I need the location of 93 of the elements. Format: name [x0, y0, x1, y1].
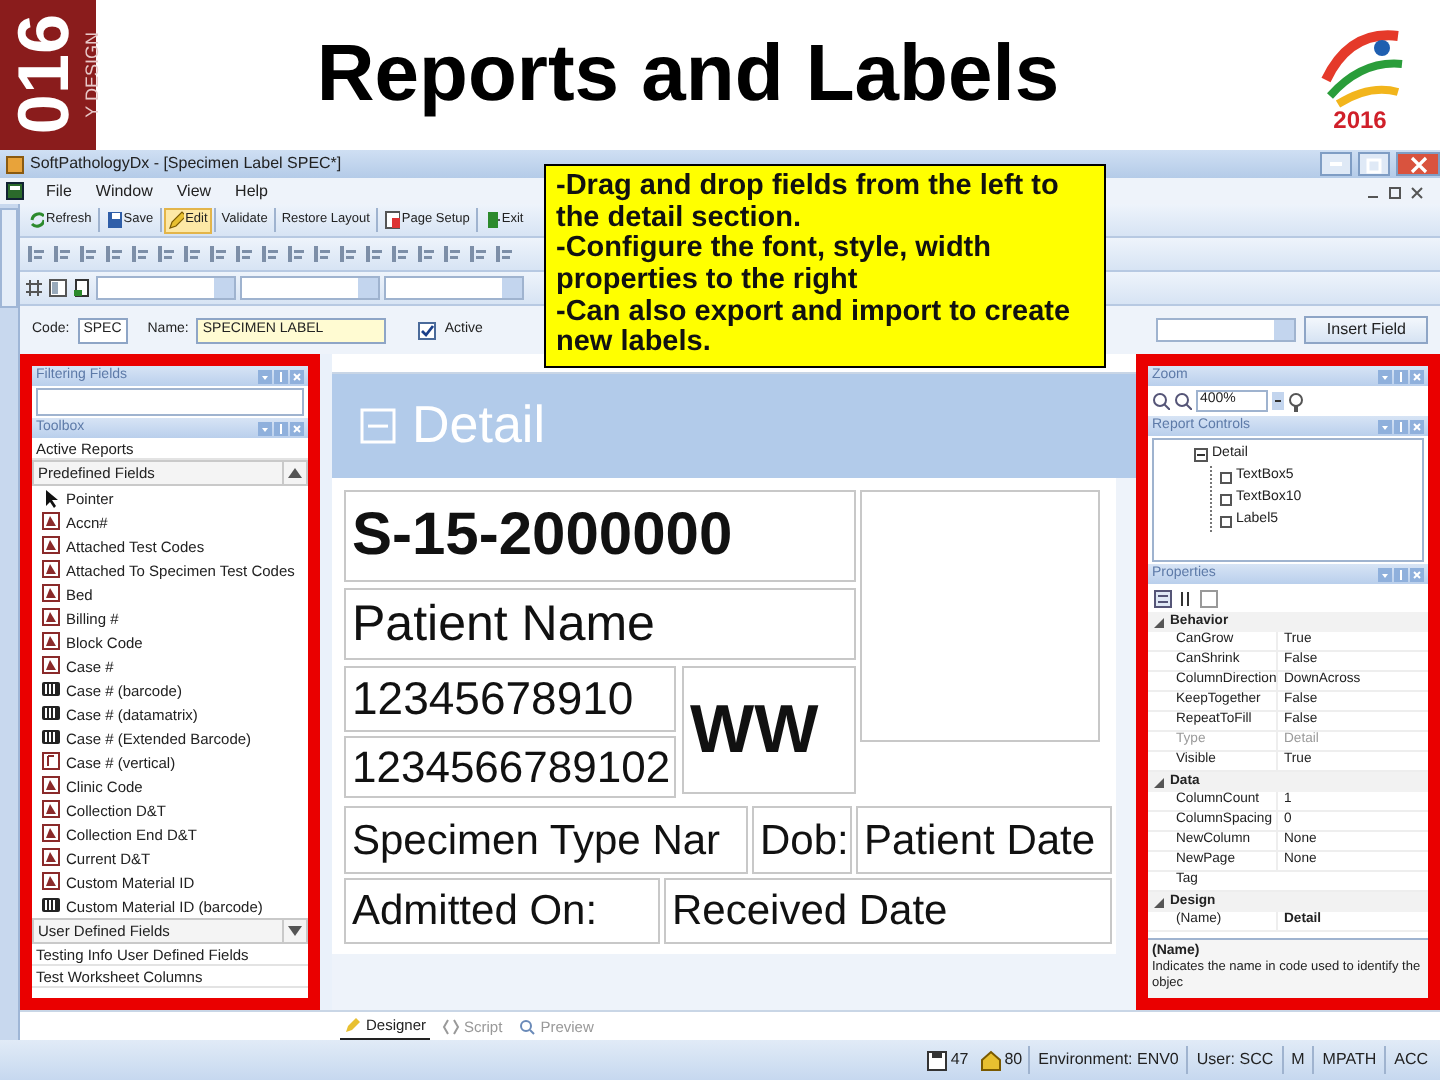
field-icon: [42, 824, 60, 844]
pin-icon[interactable]: [1394, 567, 1408, 581]
pin-icon[interactable]: [274, 369, 288, 383]
zoom-out-icon[interactable]: [1174, 392, 1192, 410]
sort-icon[interactable]: [1178, 589, 1194, 607]
report-field: WW: [682, 666, 856, 794]
filter-field[interactable]: [36, 388, 304, 416]
field-icon: [42, 656, 60, 676]
insert-field-button[interactable]: Insert Field: [1304, 316, 1428, 344]
grid-icon[interactable]: [24, 278, 44, 298]
field-icon: [42, 776, 60, 796]
report-field: Received Date: [664, 878, 1112, 944]
collapse-icon[interactable]: [1154, 777, 1164, 787]
menu-item[interactable]: Window: [93, 181, 155, 201]
report-field: Dob:: [752, 806, 852, 874]
field-icon: [42, 608, 60, 628]
pencil-icon: [344, 1016, 362, 1034]
barcode-icon: [42, 680, 60, 700]
bulb-icon[interactable]: [1288, 391, 1304, 411]
pointer-icon: [42, 488, 60, 508]
page-icon[interactable]: [72, 278, 92, 298]
field-icon: [42, 632, 60, 652]
slide-title: Reports and Labels: [314, 28, 1062, 122]
pin-icon[interactable]: [274, 421, 288, 435]
pin-icon[interactable]: [1394, 419, 1408, 433]
report-field: S-15-2000000: [344, 490, 856, 582]
field-icon: [42, 872, 60, 892]
pencil-icon: [167, 210, 184, 230]
categorized-icon[interactable]: [1154, 589, 1172, 607]
band-title: Detail: [412, 394, 545, 458]
menu-item[interactable]: View: [174, 181, 214, 201]
logo-year: 2016: [1333, 107, 1387, 131]
minimize-button[interactable]: [1320, 152, 1352, 176]
save-icon[interactable]: [926, 1049, 949, 1071]
collapse-icon[interactable]: [288, 468, 302, 478]
report-field: Specimen Type Nar: [344, 806, 748, 874]
zoom-in-icon[interactable]: [1152, 392, 1170, 410]
expand-icon[interactable]: [288, 926, 302, 936]
status-count: 80: [1004, 1050, 1023, 1070]
field-icon: [42, 800, 60, 820]
window-title: SoftPathologyDx - [Specimen Label SPEC*]: [30, 154, 344, 174]
restore-button[interactable]: [1358, 152, 1390, 176]
magnifier-icon: [518, 1017, 537, 1035]
refresh-icon: [28, 210, 44, 230]
field-icon: [42, 536, 60, 556]
collapse-icon[interactable]: [1154, 617, 1164, 627]
dropdown-icon[interactable]: [1272, 392, 1284, 410]
close-icon: [1408, 155, 1428, 173]
status-field: User: SCC: [1186, 1046, 1282, 1074]
menu-item[interactable]: Help: [233, 181, 270, 201]
status-field: MPATH: [1312, 1046, 1385, 1074]
status-field: Environment: ENV0: [1028, 1046, 1187, 1074]
field-icon: [42, 560, 60, 580]
collapse-icon[interactable]: [1154, 897, 1164, 907]
logo-text: Y DESIGN: [84, 32, 102, 118]
report-field: 1234566789102: [344, 736, 676, 798]
field-icon: [42, 848, 60, 868]
callout-text: -Drag and drop fields from the left to the detail section.: [556, 172, 1061, 235]
field-icon: [42, 512, 60, 532]
minimize-icon: [1330, 162, 1342, 166]
save-icon: [105, 210, 122, 230]
layout-icon[interactable]: [48, 278, 68, 298]
callout-text: -Configure the font, style, width properties to the right: [556, 234, 993, 298]
close-icon[interactable]: [1410, 183, 1424, 199]
vertical-field-icon: [42, 752, 60, 772]
app-icon: [6, 155, 24, 173]
report-field: 12345678910: [344, 666, 676, 732]
report-field: Patient Date: [856, 806, 1112, 874]
barcode-icon: [42, 704, 60, 724]
barcode-icon: [42, 728, 60, 748]
pin-icon[interactable]: [1394, 369, 1408, 383]
field-icon: [42, 584, 60, 604]
barcode-icon: [42, 896, 60, 916]
dropdown[interactable]: [240, 276, 380, 300]
dropdown[interactable]: [1156, 318, 1297, 342]
status-field: M: [1281, 1046, 1313, 1074]
status-count: 47: [950, 1050, 969, 1070]
report-field: Patient Name: [344, 588, 856, 660]
brackets-icon: [442, 1017, 461, 1035]
exit-icon: [483, 210, 500, 230]
collapse-icon[interactable]: [1194, 448, 1208, 462]
page-setup-icon: [383, 210, 400, 230]
status-field: ACC: [1384, 1046, 1436, 1074]
checkbox[interactable]: [418, 321, 437, 339]
document-icon: [6, 182, 24, 200]
close-button[interactable]: [1396, 152, 1440, 176]
dropdown[interactable]: [384, 276, 524, 300]
menu-item[interactable]: File: [44, 181, 74, 201]
logo-text: 016: [8, 14, 80, 136]
house-icon[interactable]: [980, 1049, 1003, 1071]
callout-text: -Can also export and import to create new labels.: [556, 297, 1073, 360]
report-field: Admitted On:: [344, 878, 660, 944]
property-pages-icon[interactable]: [1200, 589, 1218, 607]
